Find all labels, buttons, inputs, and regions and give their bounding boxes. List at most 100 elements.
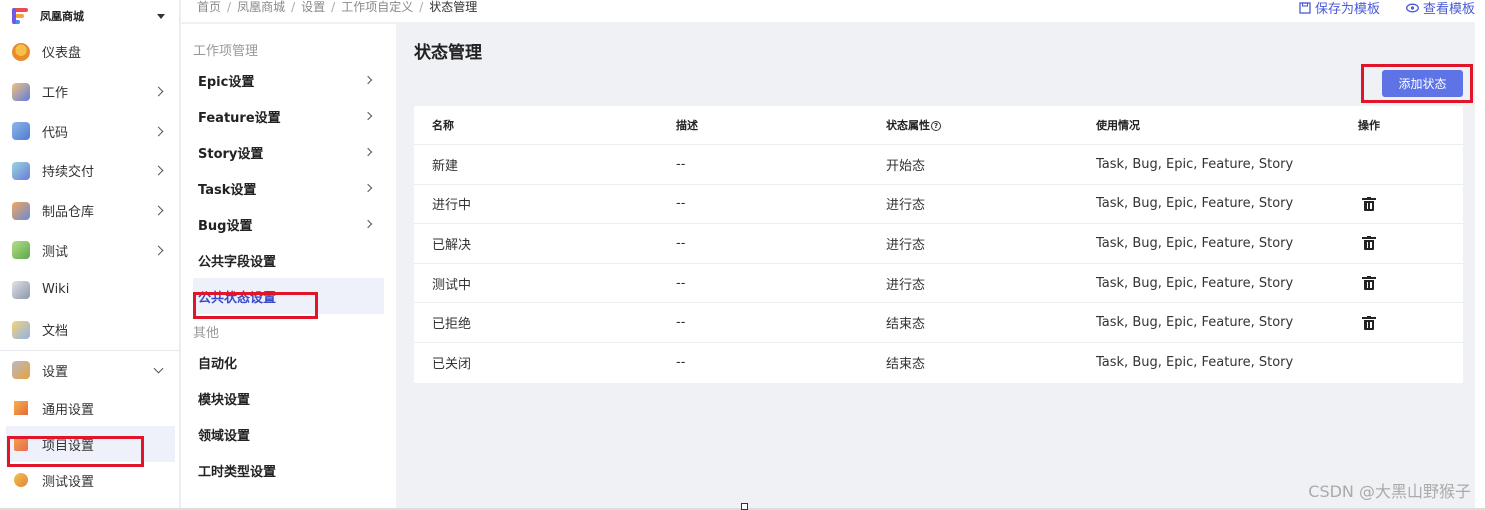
breadcrumb-item[interactable]: 设置 <box>301 0 325 15</box>
sidebar-item-settings[interactable]: 设置 <box>0 351 179 391</box>
sidebar-subitem-general-settings[interactable]: 通用设置 <box>0 390 179 426</box>
chevron-right-icon <box>153 86 164 97</box>
main-content: 状态管理 添加状态 名称 描述 状态属性? 使用情况 操作 新建 -- 开始态 Tas… <box>396 24 1475 510</box>
chevron-right-icon <box>153 165 164 176</box>
dashboard-icon <box>12 42 30 61</box>
cell-desc: -- <box>676 196 686 212</box>
table-row: 已拒绝 -- 结束态 Task, Bug, Epic, Feature, Story <box>414 303 1463 343</box>
settings-nav-item[interactable]: Feature设置 <box>181 98 396 134</box>
delete-icon[interactable] <box>1362 196 1376 211</box>
project-switcher[interactable]: 凤凰商城 <box>0 0 179 32</box>
settings-nav-label: 模块设置 <box>198 392 251 408</box>
col-header-ops: 操作 <box>1358 119 1380 132</box>
sidebar-item-test[interactable]: 测试 <box>0 230 179 270</box>
table-header: 名称 描述 状态属性? 使用情况 操作 <box>414 106 1463 145</box>
sidebar-item-code[interactable]: 代码 <box>0 111 179 151</box>
group-title-workitem: 工作项管理 <box>193 43 259 59</box>
cell-ops <box>1358 236 1458 251</box>
sidebar-item-wiki[interactable]: Wiki <box>0 270 179 310</box>
cell-name: 已解决 <box>432 237 472 253</box>
test-settings-icon <box>14 473 28 488</box>
cell-usage: Task, Bug, Epic, Feature, Story <box>1096 355 1294 371</box>
resize-handle[interactable] <box>741 503 748 510</box>
breadcrumb-item[interactable]: 工作项自定义 <box>341 0 413 15</box>
settings-nav-item[interactable]: Story设置 <box>181 134 396 170</box>
chevron-right-icon <box>363 183 373 193</box>
work-icon <box>12 82 30 101</box>
sidebar-item-delivery[interactable]: 持续交付 <box>0 151 179 191</box>
sidebar-subitem-test-settings[interactable]: 测试设置 <box>0 462 179 498</box>
sidebar-item-label: 代码 <box>42 125 69 141</box>
settings-nav-item[interactable]: 自动化 <box>181 344 396 380</box>
table-row: 进行中 -- 进行态 Task, Bug, Epic, Feature, Story <box>414 185 1463 225</box>
sidebar-item-label: 持续交付 <box>42 165 95 181</box>
sidebar-subitem-label: 测试设置 <box>42 474 95 490</box>
chevron-right-icon <box>363 219 373 229</box>
chevron-down-icon <box>153 363 164 374</box>
cell-usage: Task, Bug, Epic, Feature, Story <box>1096 156 1294 172</box>
settings-nav-item[interactable]: Bug设置 <box>181 206 396 242</box>
view-template-button[interactable]: 查看模板 <box>1406 0 1475 17</box>
sidebar-item-artifact[interactable]: 制品仓库 <box>0 191 179 231</box>
sidebar-item-label: 工作 <box>42 86 69 102</box>
settings-nav-label: 自动化 <box>198 356 238 372</box>
right-scroll-strip <box>1475 0 1485 510</box>
settings-nav-panel: 工作项管理 Epic设置 Feature设置 Story设置 Task设置 Bug设置公… <box>181 24 396 510</box>
watermark: CSDN @大黑山野猴子 <box>1308 482 1471 501</box>
eye-icon <box>1406 3 1419 12</box>
settings-nav-item[interactable]: 模块设置 <box>181 380 396 416</box>
project-name: 凤凰商城 <box>40 10 84 23</box>
cell-desc: -- <box>676 355 686 371</box>
chevron-right-icon <box>153 205 164 216</box>
settings-nav-label: 领域设置 <box>198 428 251 444</box>
sidebar-subitem-label: 通用设置 <box>42 402 95 418</box>
sidebar-item-dashboard[interactable]: 仪表盘 <box>0 32 179 72</box>
delivery-icon <box>12 161 30 180</box>
page-title: 状态管理 <box>414 43 482 63</box>
settings-nav-item[interactable]: 领域设置 <box>181 416 396 452</box>
highlight-box-add-status <box>1361 64 1473 103</box>
breadcrumb: 首页 / 凤凰商城 / 设置 / 工作项自定义 / 状态管理 保存为模板 查看模板 <box>181 0 1485 22</box>
artifact-icon <box>12 201 30 220</box>
breadcrumb-separator: / <box>291 0 296 14</box>
project-logo-icon <box>10 5 32 27</box>
delete-icon[interactable] <box>1362 315 1376 330</box>
breadcrumb-item[interactable]: 首页 <box>197 0 221 15</box>
save-icon <box>1299 1 1311 14</box>
settings-nav-item[interactable]: 公共字段设置 <box>181 242 396 278</box>
chevron-right-icon <box>363 75 373 85</box>
breadcrumb-item[interactable]: 凤凰商城 <box>237 0 285 15</box>
cell-ops <box>1358 276 1458 291</box>
breadcrumb-item: 状态管理 <box>429 0 478 14</box>
settings-nav-item[interactable]: Epic设置 <box>181 62 396 98</box>
cell-name: 进行中 <box>432 198 472 214</box>
chevron-right-icon <box>153 126 164 137</box>
breadcrumb-separator: / <box>419 0 424 14</box>
cell-name: 已拒绝 <box>432 317 472 333</box>
cell-name: 测试中 <box>432 277 472 293</box>
table-row: 测试中 -- 进行态 Task, Bug, Epic, Feature, Story <box>414 264 1463 304</box>
left-sidebar: 凤凰商城 仪表盘 工作 代码 持续交付 制品仓库 测试 Wiki 文档 设置 通用设置 项目设置… <box>0 0 180 510</box>
cell-attr: 开始态 <box>886 158 926 174</box>
cell-ops <box>1358 315 1458 330</box>
help-icon[interactable]: ? <box>931 121 941 131</box>
chevron-right-icon <box>153 245 164 256</box>
caret-down-icon[interactable] <box>157 13 165 19</box>
settings-nav-label: Bug设置 <box>198 218 253 234</box>
chevron-right-icon <box>363 111 373 121</box>
cell-desc: -- <box>676 156 686 172</box>
settings-nav-item[interactable]: Task设置 <box>181 170 396 206</box>
sidebar-item-work[interactable]: 工作 <box>0 72 179 112</box>
delete-icon[interactable] <box>1362 236 1376 251</box>
col-header-name: 名称 <box>432 119 454 132</box>
highlight-box-public-status <box>193 292 318 319</box>
cell-usage: Task, Bug, Epic, Feature, Story <box>1096 196 1294 212</box>
delete-icon[interactable] <box>1362 276 1376 291</box>
save-as-template-button[interactable]: 保存为模板 <box>1299 0 1380 17</box>
sidebar-item-label: 仪表盘 <box>42 46 82 62</box>
sidebar-item-docs[interactable]: 文档 <box>0 310 179 350</box>
view-template-label: 查看模板 <box>1422 2 1475 17</box>
cell-name: 已关闭 <box>432 357 472 373</box>
group-title-other: 其他 <box>193 325 220 341</box>
settings-nav-item[interactable]: 工时类型设置 <box>181 452 396 488</box>
